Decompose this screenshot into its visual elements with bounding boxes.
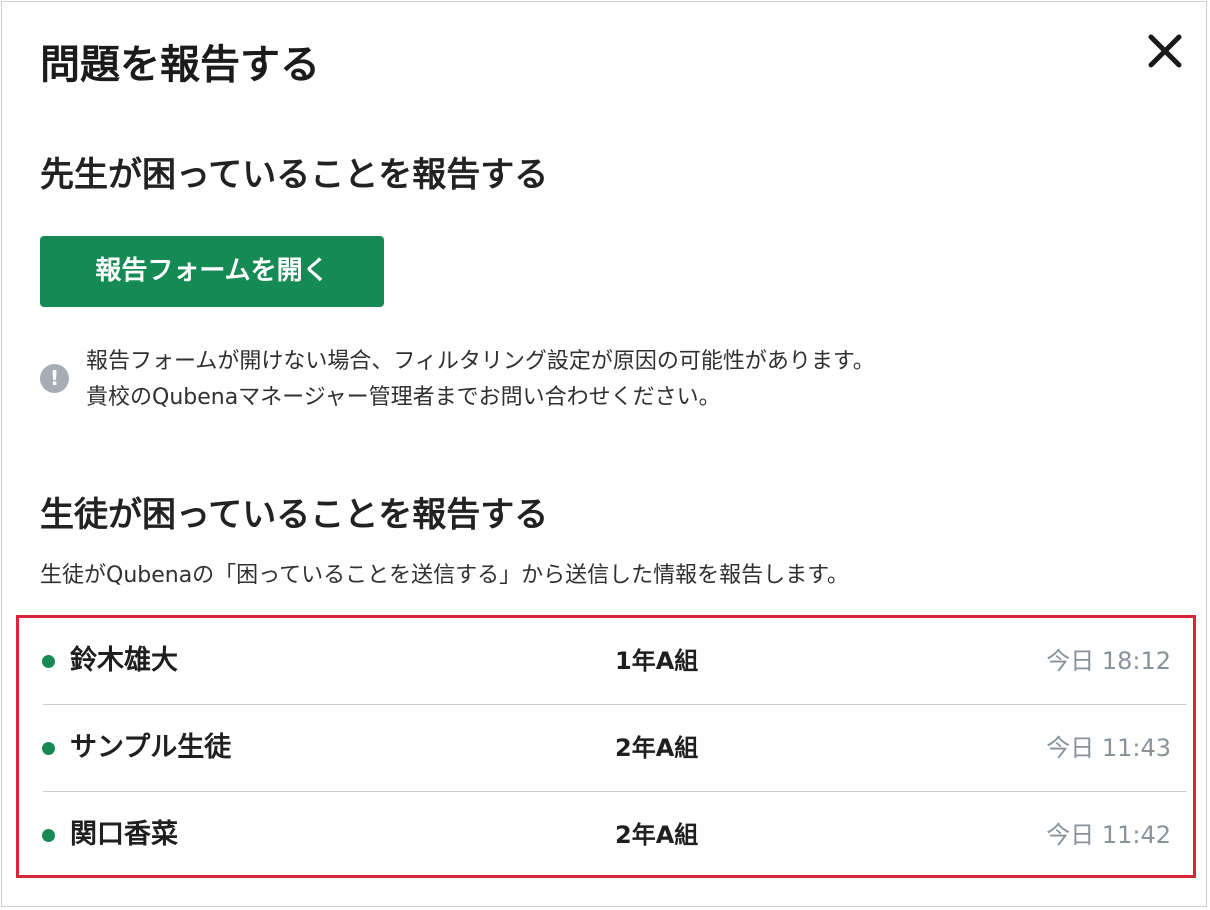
student-report-section-title: 生徒が困っていることを報告する bbox=[40, 495, 549, 535]
status-dot-icon bbox=[42, 829, 55, 842]
teacher-report-section-title: 先生が困っていることを報告する bbox=[40, 155, 549, 195]
student-report-row[interactable]: サンプル生徒 2年A組 今日 11:43 bbox=[19, 705, 1193, 792]
student-report-list: 鈴木雄大 1年A組 今日 18:12 サンプル生徒 2年A組 今日 11:43 … bbox=[16, 615, 1196, 878]
student-report-description: 生徒がQubenaの「困っていることを送信する」から送信した情報を報告します。 bbox=[40, 563, 849, 588]
exclamation-circle-icon: ! bbox=[40, 364, 69, 393]
student-class: 2年A組 bbox=[615, 734, 699, 762]
student-class: 1年A組 bbox=[615, 647, 699, 675]
close-icon bbox=[1148, 34, 1182, 68]
close-button[interactable] bbox=[1142, 28, 1188, 74]
student-class: 2年A組 bbox=[615, 821, 699, 849]
report-time: 今日 11:42 bbox=[1046, 821, 1171, 849]
status-dot-icon bbox=[42, 655, 55, 668]
filtering-notice: 報告フォームが開けない場合、フィルタリング設定が原因の可能性があります。 貴校の… bbox=[86, 344, 1086, 416]
notice-line-2: 貴校のQubenaマネージャー管理者までお問い合わせください。 bbox=[86, 385, 721, 410]
report-time: 今日 18:12 bbox=[1046, 647, 1171, 675]
student-report-row[interactable]: 鈴木雄大 1年A組 今日 18:12 bbox=[19, 618, 1193, 705]
student-name: 鈴木雄大 bbox=[70, 645, 178, 676]
notice-line-1: 報告フォームが開けない場合、フィルタリング設定が原因の可能性があります。 bbox=[86, 349, 875, 374]
student-report-row[interactable]: 関口香菜 2年A組 今日 11:42 bbox=[19, 792, 1193, 879]
report-time: 今日 11:43 bbox=[1046, 734, 1171, 762]
student-name: 関口香菜 bbox=[70, 819, 178, 850]
report-problem-dialog: 問題を報告する 先生が困っていることを報告する 報告フォームを開く ! 報告フォ… bbox=[1, 1, 1207, 907]
open-report-form-button[interactable]: 報告フォームを開く bbox=[40, 236, 384, 307]
status-dot-icon bbox=[42, 742, 55, 755]
student-name: サンプル生徒 bbox=[70, 732, 232, 763]
dialog-title: 問題を報告する bbox=[40, 42, 320, 88]
